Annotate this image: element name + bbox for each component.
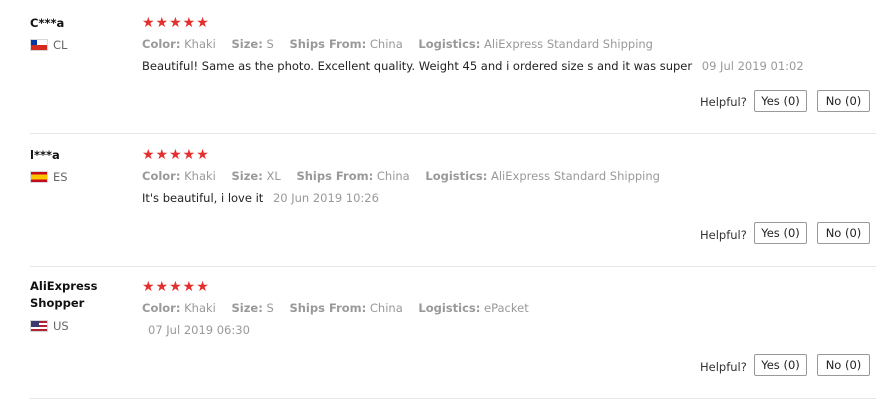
- review-attributes: Color: Khaki Size: S Ships From: China L…: [142, 301, 541, 315]
- review-text: It's beautiful, i love it: [142, 191, 264, 205]
- helpful-no-button[interactable]: No (0): [817, 222, 870, 244]
- review-divider: [30, 133, 876, 134]
- color-value: Khaki: [184, 169, 216, 183]
- star-rating: ★★★★★: [142, 279, 210, 295]
- chile-flag-icon: [30, 39, 48, 51]
- color-value: Khaki: [184, 301, 216, 315]
- helpful-yes-button[interactable]: Yes (0): [754, 222, 807, 244]
- reviewer-country: US: [30, 319, 69, 333]
- helpful-yes-button[interactable]: Yes (0): [754, 90, 807, 112]
- logistics-label: Logistics:: [425, 169, 488, 183]
- star-rating: ★★★★★: [142, 147, 210, 163]
- color-value: Khaki: [184, 37, 216, 51]
- review-text: Beautiful! Same as the photo. Excellent …: [142, 59, 693, 73]
- review-divider: [30, 398, 876, 399]
- helpful-yes-button[interactable]: Yes (0): [754, 354, 807, 376]
- logistics-value: ePacket: [484, 301, 529, 315]
- helpful-no-button[interactable]: No (0): [817, 90, 870, 112]
- size-value: S: [266, 37, 274, 51]
- country-code: CL: [53, 38, 68, 52]
- logistics-value: AliExpress Standard Shipping: [484, 37, 653, 51]
- star-rating: ★★★★★: [142, 15, 210, 31]
- logistics-value: AliExpress Standard Shipping: [491, 169, 660, 183]
- ships-from-value: China: [369, 301, 403, 315]
- review-content: It's beautiful, i love it 20 Jun 2019 10…: [142, 191, 379, 205]
- size-label: Size:: [231, 169, 263, 183]
- reviewer-country: CL: [30, 38, 67, 52]
- size-value: S: [266, 301, 274, 315]
- review-content: 07 Jul 2019 06:30: [142, 323, 250, 337]
- review-attributes: Color: Khaki Size: XL Ships From: China …: [142, 169, 672, 183]
- logistics-label: Logistics:: [418, 301, 481, 315]
- review-content: Beautiful! Same as the photo. Excellent …: [142, 59, 804, 73]
- review-date: 07 Jul 2019 06:30: [148, 323, 250, 337]
- size-label: Size:: [231, 301, 263, 315]
- ships-from-label: Ships From:: [289, 301, 367, 315]
- color-label: Color:: [142, 37, 181, 51]
- reviewer-name: AliExpress Shopper: [30, 279, 98, 310]
- reviewer-country: ES: [30, 170, 68, 184]
- review-attributes: Color: Khaki Size: S Ships From: China L…: [142, 37, 665, 51]
- spain-flag-icon: [30, 171, 48, 183]
- ships-from-label: Ships From:: [289, 37, 367, 51]
- review-date: 20 Jun 2019 10:26: [272, 191, 379, 205]
- color-label: Color:: [142, 169, 181, 183]
- size-value: XL: [266, 169, 281, 183]
- reviewer-name: C***a: [30, 16, 65, 30]
- helpful-no-button[interactable]: No (0): [817, 354, 870, 376]
- ships-from-value: China: [376, 169, 410, 183]
- review-date: 09 Jul 2019 01:02: [701, 59, 804, 73]
- reviewer-name: l***a: [30, 148, 60, 162]
- color-label: Color:: [142, 301, 181, 315]
- country-code: US: [53, 319, 69, 333]
- logistics-label: Logistics:: [418, 37, 481, 51]
- helpful-label: Helpful?: [700, 95, 747, 109]
- helpful-label: Helpful?: [700, 228, 747, 242]
- helpful-label: Helpful?: [700, 360, 747, 374]
- ships-from-label: Ships From:: [296, 169, 374, 183]
- country-code: ES: [53, 170, 68, 184]
- review-divider: [30, 266, 876, 267]
- size-label: Size:: [231, 37, 263, 51]
- usa-flag-icon: [30, 320, 48, 332]
- ships-from-value: China: [369, 37, 403, 51]
